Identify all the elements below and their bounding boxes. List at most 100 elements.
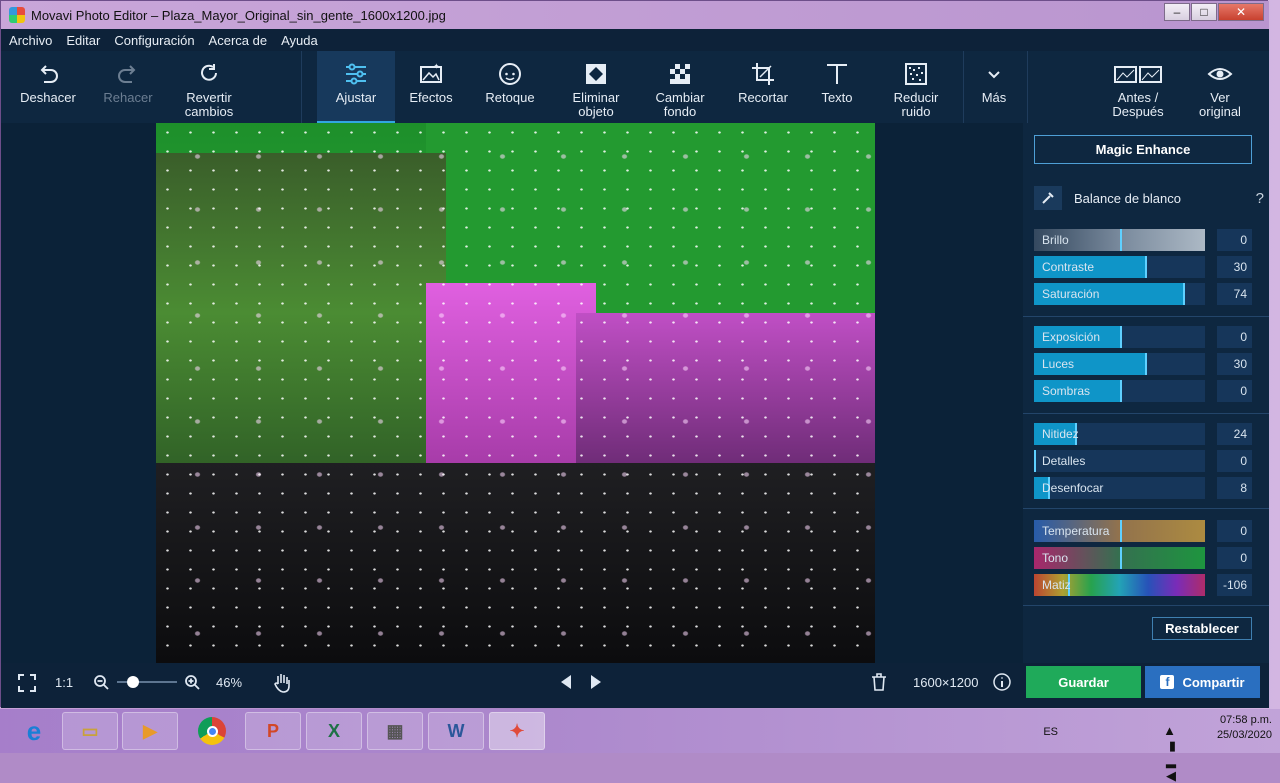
slider-track[interactable]: Nitidez <box>1034 423 1205 445</box>
word-icon[interactable]: W <box>428 712 484 750</box>
slider-label: Luces <box>1042 357 1075 371</box>
slider-handle[interactable] <box>1119 229 1122 251</box>
slider-track[interactable]: Exposición <box>1034 326 1205 348</box>
before-after-line2: Después <box>1112 104 1164 119</box>
section-divider <box>1023 508 1269 509</box>
tab-efectos-label: Efectos <box>409 90 453 105</box>
tab-recortar[interactable]: Recortar <box>725 51 801 123</box>
media-player-icon[interactable]: ▶ <box>122 712 178 750</box>
tray-icons[interactable]: ▲ ▮ ▂ ◀ <box>1163 723 1182 783</box>
tab-eliminar-objeto[interactable]: Eliminar objeto <box>557 51 635 123</box>
previous-image-icon[interactable] <box>559 674 573 690</box>
help-icon[interactable]: ? <box>1256 190 1264 207</box>
slider-track[interactable]: Contraste <box>1034 256 1205 278</box>
hand-icon[interactable] <box>273 672 293 694</box>
zoom-slider[interactable] <box>117 681 177 683</box>
tab-reducir-ruido[interactable]: Reducir ruido <box>877 51 955 123</box>
menu-editar[interactable]: Editar <box>66 33 100 48</box>
slider-value-input[interactable]: 30 <box>1217 353 1252 375</box>
powerpoint-icon[interactable]: P <box>245 712 301 750</box>
tab-texto[interactable]: Texto <box>801 51 873 123</box>
slider-value-input[interactable]: -106 <box>1217 574 1252 596</box>
tab-cambiar-fondo-line1: Cambiar <box>655 90 705 105</box>
menu-archivo[interactable]: Archivo <box>9 33 52 48</box>
zoom-out-icon[interactable] <box>93 674 109 690</box>
trash-icon[interactable] <box>871 673 887 691</box>
slider-track[interactable]: Sombras <box>1034 380 1205 402</box>
slider-track[interactable]: Temperatura <box>1034 520 1205 542</box>
slider-handle[interactable] <box>1119 326 1122 348</box>
internet-explorer-icon[interactable]: e <box>6 712 62 750</box>
actual-size-button[interactable]: 1:1 <box>55 675 73 690</box>
slider-handle[interactable] <box>1119 547 1122 569</box>
toolbar-divider <box>963 51 964 123</box>
language-indicator[interactable]: ES <box>1043 725 1058 740</box>
slider-row-desenfocar: Desenfocar 8 <box>1034 477 1252 499</box>
slider-track[interactable]: Luces <box>1034 353 1205 375</box>
minimize-button[interactable]: – <box>1164 3 1190 21</box>
slider-value-input[interactable]: 0 <box>1217 229 1252 251</box>
face-icon <box>497 57 523 91</box>
slider-track[interactable]: Matiz <box>1034 574 1205 596</box>
menu-bar: Archivo Editar Configuración Acerca de A… <box>1 29 1269 51</box>
tab-retoque[interactable]: Retoque <box>471 51 549 123</box>
magic-enhance-button[interactable]: Magic Enhance <box>1034 135 1252 164</box>
slider-track[interactable]: Saturación <box>1034 283 1205 305</box>
slider-value-input[interactable]: 0 <box>1217 326 1252 348</box>
tab-mas[interactable]: Más <box>965 51 1023 123</box>
slider-value-input[interactable]: 24 <box>1217 423 1252 445</box>
slider-value-input[interactable]: 0 <box>1217 450 1252 472</box>
slider-value-input[interactable]: 8 <box>1217 477 1252 499</box>
tab-cambiar-fondo[interactable]: Cambiar fondo <box>641 51 719 123</box>
movavi-taskbar-icon[interactable]: ✦ <box>489 712 545 750</box>
photo-canvas[interactable] <box>156 123 875 663</box>
view-original-button[interactable]: Ver original <box>1185 51 1255 123</box>
menu-ayuda[interactable]: Ayuda <box>281 33 318 48</box>
zoom-slider-handle[interactable] <box>127 676 139 688</box>
slider-value-input[interactable]: 0 <box>1217 380 1252 402</box>
reset-button[interactable]: Restablecer <box>1152 617 1252 640</box>
slider-value-input[interactable]: 0 <box>1217 547 1252 569</box>
zoom-in-icon[interactable] <box>184 674 200 690</box>
slider-track[interactable]: Desenfocar <box>1034 477 1205 499</box>
next-image-icon[interactable] <box>589 674 603 690</box>
slider-track[interactable]: Tono <box>1034 547 1205 569</box>
calculator-icon[interactable]: ▦ <box>367 712 423 750</box>
before-after-button[interactable]: Antes / Después <box>1097 51 1179 123</box>
before-after-icon <box>1114 57 1162 91</box>
slider-value-input[interactable]: 30 <box>1217 256 1252 278</box>
system-tray: ES ▲ ▮ ▂ ◀ 07:58 p.m. 25/03/2020 <box>1043 713 1272 783</box>
slider-value-input[interactable]: 0 <box>1217 520 1252 542</box>
tab-efectos[interactable]: ✦ Efectos <box>395 51 467 123</box>
undo-button[interactable]: Deshacer <box>9 51 87 123</box>
slider-value-input[interactable]: 74 <box>1217 283 1252 305</box>
close-button[interactable]: ✕ <box>1218 3 1264 21</box>
tab-mas-label: Más <box>981 90 1007 105</box>
slider-handle[interactable] <box>1119 520 1122 542</box>
redo-button[interactable]: Rehacer <box>89 51 167 123</box>
slider-label: Temperatura <box>1042 524 1110 538</box>
redo-icon <box>115 57 141 91</box>
eyedropper-icon[interactable] <box>1034 186 1062 210</box>
chrome-icon[interactable] <box>184 712 240 750</box>
tab-ajustar[interactable]: Ajustar <box>317 51 395 123</box>
slider-label: Nitidez <box>1042 427 1079 441</box>
slider-track[interactable]: Detalles <box>1034 450 1205 472</box>
slider-handle[interactable] <box>1182 283 1185 305</box>
slider-track[interactable]: Brillo <box>1034 229 1205 251</box>
view-original-line2: original <box>1199 104 1241 119</box>
file-explorer-icon[interactable]: ▭ <box>62 712 118 750</box>
revert-button[interactable]: Revertir cambios <box>169 51 249 123</box>
share-button[interactable]: f Compartir <box>1145 666 1260 698</box>
slider-handle[interactable] <box>1119 380 1122 402</box>
fullscreen-icon[interactable] <box>17 673 37 693</box>
menu-configuracion[interactable]: Configuración <box>114 33 194 48</box>
slider-handle[interactable] <box>1145 256 1148 278</box>
excel-icon[interactable]: X <box>306 712 362 750</box>
save-button[interactable]: Guardar <box>1026 666 1141 698</box>
maximize-button[interactable]: □ <box>1191 3 1217 21</box>
slider-handle[interactable] <box>1034 450 1036 472</box>
menu-acerca-de[interactable]: Acerca de <box>209 33 268 48</box>
slider-handle[interactable] <box>1145 353 1148 375</box>
info-icon[interactable] <box>992 672 1012 692</box>
